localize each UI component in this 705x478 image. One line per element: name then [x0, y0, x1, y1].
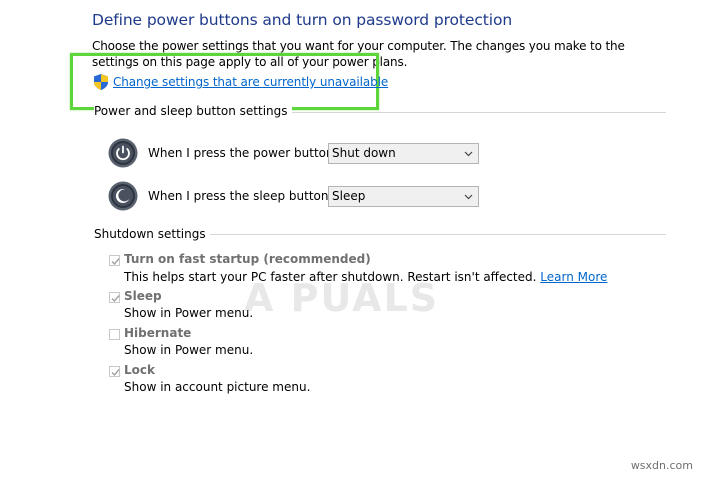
- change-settings-link[interactable]: Change settings that are currently unava…: [113, 75, 388, 89]
- fast-startup-desc-text: This helps start your PC faster after sh…: [124, 270, 537, 284]
- sleep-option-desc: Show in Power menu.: [124, 306, 254, 320]
- sleep-button-icon: [108, 181, 138, 211]
- sleep-checkbox[interactable]: [109, 292, 120, 303]
- power-button-select-value: Shut down: [332, 146, 396, 160]
- power-sleep-group-label: Power and sleep button settings: [94, 104, 292, 118]
- fast-startup-title: Turn on fast startup (recommended): [124, 252, 371, 266]
- sleep-button-select[interactable]: Sleep: [328, 186, 479, 207]
- fast-startup-desc: This helps start your PC faster after sh…: [124, 270, 607, 284]
- power-button-label: When I press the power button:: [148, 146, 338, 160]
- fast-startup-checkbox[interactable]: [109, 255, 120, 266]
- uac-shield-icon: [94, 74, 108, 90]
- lock-option-desc: Show in account picture menu.: [124, 380, 311, 394]
- lock-option-title: Lock: [124, 363, 155, 377]
- chevron-down-icon: [464, 151, 473, 157]
- sleep-button-select-value: Sleep: [332, 189, 366, 203]
- power-button-select[interactable]: Shut down: [328, 143, 479, 164]
- sleep-option-title: Sleep: [124, 289, 162, 303]
- checkmark-icon: [111, 295, 120, 303]
- chevron-down-icon: [464, 194, 473, 200]
- shutdown-group-label: Shutdown settings: [94, 227, 210, 241]
- learn-more-link[interactable]: Learn More: [540, 270, 607, 284]
- site-watermark: wsxdn.com: [630, 459, 693, 472]
- hibernate-checkbox[interactable]: [109, 329, 120, 340]
- page-title: Define power buttons and turn on passwor…: [92, 11, 513, 29]
- checkmark-icon: [111, 369, 120, 377]
- lock-checkbox[interactable]: [109, 366, 120, 377]
- hibernate-option-desc: Show in Power menu.: [124, 343, 254, 357]
- power-button-icon: [108, 138, 138, 168]
- hibernate-option-title: Hibernate: [124, 326, 192, 340]
- sleep-button-label: When I press the sleep button:: [148, 189, 333, 203]
- checkmark-icon: [111, 258, 120, 266]
